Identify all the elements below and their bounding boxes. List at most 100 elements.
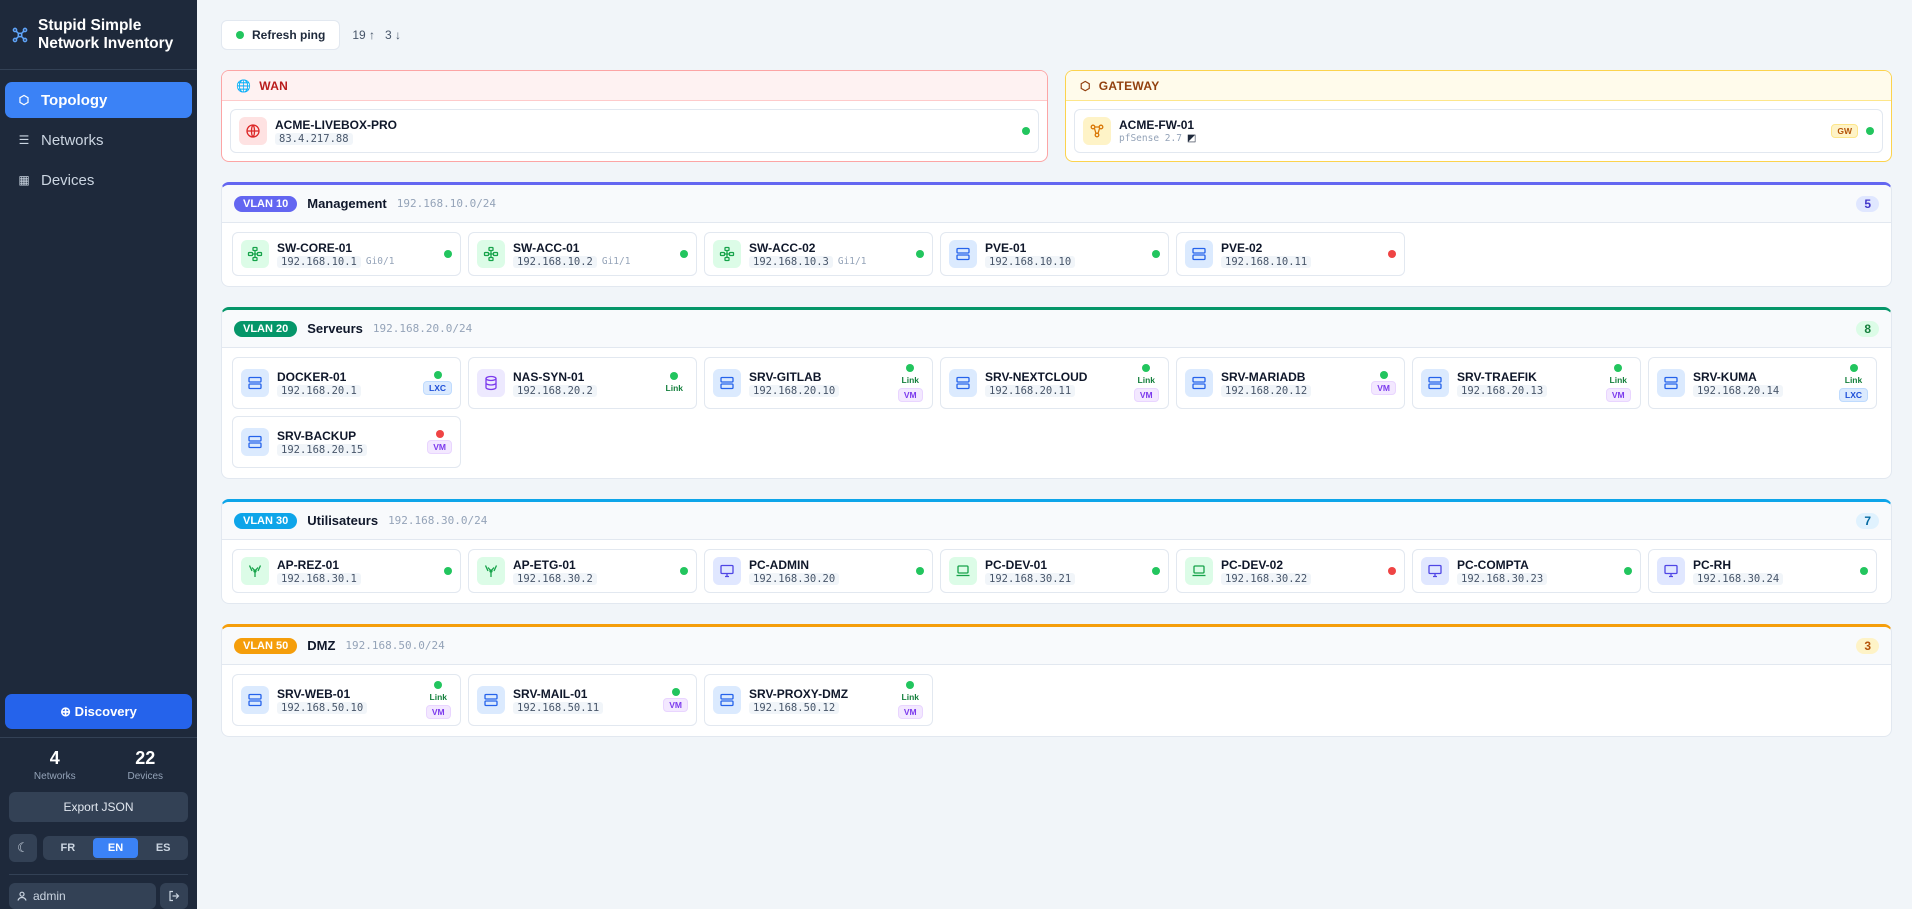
device-card[interactable]: AP-ETG-01 192.168.30.2 [468, 549, 697, 593]
device-badges: Link VM [1133, 364, 1160, 402]
device-name: PC-RH [1693, 557, 1731, 572]
device-ip: 192.168.20.1 [277, 384, 361, 397]
discovery-button[interactable]: ⊕ Discovery [5, 694, 192, 729]
device-card[interactable]: PC-DEV-02 192.168.30.22 [1176, 549, 1405, 593]
theme-toggle-moon-icon[interactable]: ☾ [9, 834, 37, 862]
device-card[interactable]: SW-ACC-01 192.168.10.2 Gi1/1 [468, 232, 697, 276]
device-card[interactable]: SW-ACC-02 192.168.10.3 Gi1/1 [704, 232, 933, 276]
device-grid: AP-REZ-01 192.168.30.1 AP-ETG-01 192.168.30… [222, 540, 1891, 603]
server-icon [713, 686, 741, 714]
device-card[interactable]: AP-REZ-01 192.168.30.1 [232, 549, 461, 593]
laptop-icon [949, 557, 977, 585]
status-dot [1866, 127, 1874, 135]
device-name: SW-ACC-02 [749, 240, 816, 255]
device-name: SRV-GITLAB [749, 369, 822, 384]
device-name: PC-DEV-02 [1221, 557, 1284, 572]
server-icon [241, 686, 269, 714]
vlan-section: VLAN 10 Management 192.168.10.0/24 5 SW-CORE… [221, 182, 1892, 287]
status-dot [1152, 250, 1160, 258]
device-card[interactable]: SRV-TRAEFIK 192.168.20.13 Link VM [1412, 357, 1641, 409]
status-dot [1388, 567, 1396, 575]
device-card[interactable]: PC-COMPTA 192.168.30.23 [1412, 549, 1641, 593]
server-icon [949, 369, 977, 397]
device-name: ACME-LIVEBOX-PRO [275, 117, 398, 132]
vlan-device-count: 8 [1856, 320, 1879, 337]
device-ip: 192.168.30.20 [749, 572, 840, 585]
device-card[interactable]: SRV-BACKUP 192.168.20.15 VM [232, 416, 461, 468]
user-row: admin [9, 874, 188, 909]
nav-item-devices[interactable]: ▦ Devices [5, 162, 192, 198]
language-en[interactable]: EN [92, 838, 139, 858]
toolbar: Refresh ping 19 ↑ 3 ↓ [221, 20, 1892, 50]
device-card[interactable]: SRV-MAIL-01 192.168.50.11 VM [468, 674, 697, 726]
server-icon [1185, 369, 1213, 397]
server-icon [1657, 369, 1685, 397]
device-port: Gi1/1 [601, 256, 631, 267]
device-badges: VM [1371, 371, 1396, 395]
tag-vm: VM [1371, 381, 1396, 395]
device-card[interactable]: PVE-01 192.168.10.10 [940, 232, 1169, 276]
device-badges: VM [427, 430, 452, 454]
down-count: 3 ↓ [385, 28, 402, 42]
device-ip: 192.168.20.15 [277, 443, 368, 456]
vlan-name: DMZ [307, 638, 336, 653]
wan-label: WAN [259, 78, 289, 93]
device-name: SRV-MAIL-01 [513, 686, 588, 701]
device-card[interactable]: PC-ADMIN 192.168.30.20 [704, 549, 933, 593]
export-json-button[interactable]: Export JSON [9, 792, 188, 822]
device-name: SRV-MARIADB [1221, 369, 1306, 384]
gateway-device-card[interactable]: ACME-FW-01 pfSense 2.7 ◩ GW [1074, 109, 1883, 153]
device-card[interactable]: PC-RH 192.168.30.24 [1648, 549, 1877, 593]
vlan-name: Utilisateurs [307, 513, 379, 528]
switch-icon [477, 240, 505, 268]
vlan-device-count: 3 [1856, 637, 1879, 654]
wan-device-card[interactable]: ACME-LIVEBOX-PRO 83.4.217.88 [230, 109, 1039, 153]
status-dot [680, 250, 688, 258]
status-dot [670, 372, 679, 380]
devices-count: 22 [135, 748, 156, 768]
status-dot [1142, 364, 1151, 372]
device-card[interactable]: SRV-MARIADB 192.168.20.12 VM [1176, 357, 1405, 409]
device-port: Gi0/1 [365, 256, 395, 267]
nav-item-topology[interactable]: ⬡ Topology [5, 82, 192, 118]
user-chip: admin [9, 883, 156, 909]
device-card[interactable]: SRV-KUMA 192.168.20.14 Link LXC [1648, 357, 1877, 409]
server-icon [1421, 369, 1449, 397]
nav-item-networks[interactable]: ☰ Networks [5, 122, 192, 158]
device-card[interactable]: NAS-SYN-01 192.168.20.2 Link [468, 357, 697, 409]
tag-lxc: LXC [1839, 388, 1868, 402]
stat-networks: 4 Networks [34, 748, 76, 782]
device-name: ACME-FW-01 [1119, 118, 1195, 132]
device-card[interactable]: DOCKER-01 192.168.20.1 LXC [232, 357, 461, 409]
device-card[interactable]: SRV-WEB-01 192.168.50.10 Link VM [232, 674, 461, 726]
status-dot [1388, 250, 1396, 258]
vlan-device-count: 5 [1856, 195, 1879, 212]
tag-vm: VM [897, 705, 923, 719]
topology-view: Refresh ping 19 ↑ 3 ↓ 🌐 WAN ACME-LIVEBOX… [197, 0, 1912, 909]
desktop-icon [1421, 557, 1449, 585]
device-card[interactable]: SRV-NEXTCLOUD 192.168.20.11 Link VM [940, 357, 1169, 409]
refresh-ping-button[interactable]: Refresh ping [221, 20, 341, 50]
tag-link: Link [665, 383, 683, 393]
device-card[interactable]: SRV-PROXY-DMZ 192.168.50.12 Link VM [704, 674, 933, 726]
ping-counts: 19 ↑ 3 ↓ [352, 28, 401, 42]
device-grid: SW-CORE-01 192.168.10.1 Gi0/1 SW-ACC-01 192.… [222, 223, 1891, 286]
vlan-cidr: 192.168.10.0/24 [396, 197, 497, 210]
app-title: Stupid Simple Network Inventory [38, 16, 174, 52]
language-es[interactable]: ES [140, 838, 186, 858]
vlan-header: VLAN 20 Serveurs 192.168.20.0/24 8 [222, 310, 1891, 348]
device-card[interactable]: SRV-GITLAB 192.168.20.10 Link VM [704, 357, 933, 409]
device-name: SRV-BACKUP [277, 428, 357, 443]
device-card[interactable]: SW-CORE-01 192.168.10.1 Gi0/1 [232, 232, 461, 276]
nav-label: Networks [41, 131, 104, 149]
device-ip: 192.168.20.2 [513, 384, 597, 397]
language-fr[interactable]: FR [45, 838, 91, 858]
device-card[interactable]: PC-DEV-01 192.168.30.21 [940, 549, 1169, 593]
up-count: 19 ↑ [352, 28, 376, 42]
logout-button[interactable] [160, 883, 188, 909]
language-switcher: FR EN ES [43, 836, 188, 860]
vlan-section: VLAN 30 Utilisateurs 192.168.30.0/24 7 AP-RE… [221, 499, 1892, 604]
access-point-icon [241, 557, 269, 585]
device-card[interactable]: PVE-02 192.168.10.11 [1176, 232, 1405, 276]
tag-vm: VM [1133, 388, 1159, 402]
